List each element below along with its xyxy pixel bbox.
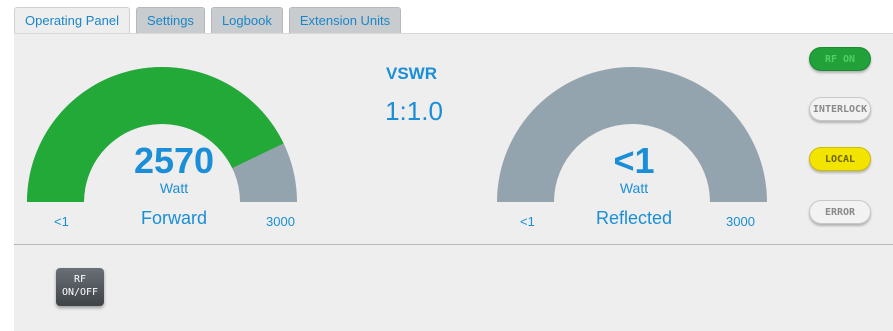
reflected-gauge-min: <1	[520, 214, 535, 229]
panel-divider	[14, 244, 893, 245]
rf-button-line2: ON/OFF	[61, 287, 99, 298]
forward-power-unit: Watt	[159, 180, 189, 196]
forward-power-value: 2570	[133, 140, 215, 181]
forward-gauge-max: 3000	[266, 214, 295, 229]
forward-gauge-label: Forward	[140, 208, 207, 228]
tab-operating-panel[interactable]: Operating Panel	[14, 7, 130, 34]
vswr-value: 1:1.0	[385, 96, 443, 126]
tab-bar: Operating Panel Settings Logbook Extensi…	[14, 7, 402, 34]
reflected-gauge-label: Reflected	[595, 208, 673, 228]
vswr-title: VSWR	[386, 64, 437, 83]
rf-on-indicator: RF ON	[809, 47, 871, 71]
interlock-indicator: INTERLOCK	[809, 97, 871, 121]
operating-panel: 2570 Watt <1 Forward 3000 VSWR 1:1.0 <1 …	[14, 33, 893, 331]
rf-button-line1: RF	[73, 274, 87, 285]
forward-gauge-min: <1	[54, 214, 69, 229]
tab-extension-units[interactable]: Extension Units	[288, 7, 402, 33]
reflected-gauge	[497, 66, 767, 203]
tab-logbook[interactable]: Logbook	[210, 7, 283, 33]
tab-settings[interactable]: Settings	[135, 7, 205, 33]
reflected-gauge-max: 3000	[726, 214, 755, 229]
reflected-power-unit: Watt	[619, 180, 649, 196]
error-indicator: ERROR	[809, 200, 871, 224]
rf-on-off-button[interactable]: RF ON/OFF	[56, 268, 104, 306]
forward-gauge	[27, 66, 297, 203]
local-indicator: LOCAL	[809, 147, 871, 171]
reflected-power-value: <1	[613, 140, 655, 181]
